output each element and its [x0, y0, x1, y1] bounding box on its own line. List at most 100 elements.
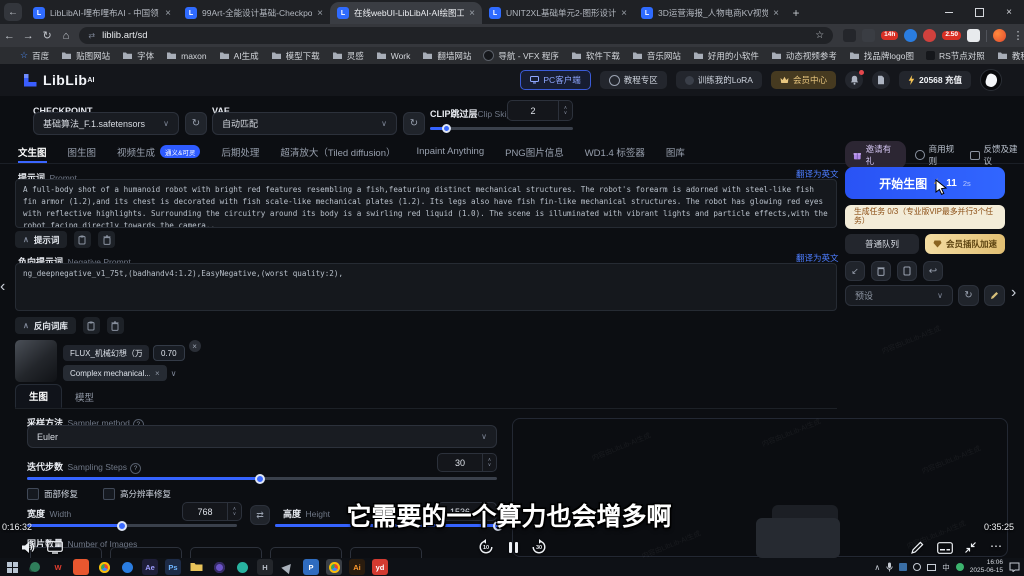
taskbar-app-photoshop[interactable]: Ps: [165, 559, 181, 575]
tab-inpaint-anything[interactable]: Inpaint Anything: [417, 140, 485, 163]
prompt-collapse-button[interactable]: ∧ 提示词: [15, 231, 67, 248]
negative-paste-button[interactable]: [83, 317, 100, 334]
face-fix-checkbox[interactable]: 面部修复: [27, 488, 78, 500]
stepper-down-icon[interactable]: ∨: [564, 111, 568, 116]
member-center-button[interactable]: 会员中心: [771, 71, 836, 89]
taskbar-app-h[interactable]: H: [257, 559, 273, 575]
tutorial-button[interactable]: 教程专区: [600, 71, 667, 89]
user-avatar[interactable]: [980, 69, 1002, 91]
extension-badge-250[interactable]: 2.50: [942, 31, 961, 40]
bookmark-item[interactable]: 好用的小软件: [693, 50, 759, 62]
chevron-down-icon[interactable]: ∨: [171, 369, 177, 378]
forward-30-button[interactable]: 30: [531, 539, 547, 555]
player-more-button[interactable]: ⋯: [988, 538, 1004, 554]
invite-button[interactable]: 邀请有礼: [845, 141, 906, 169]
tab-postprocess[interactable]: 后期处理: [221, 140, 259, 163]
bookmark-item[interactable]: Work: [376, 51, 411, 61]
vae-refresh-button[interactable]: ↻: [403, 112, 425, 135]
home-button[interactable]: ⌂: [57, 30, 76, 42]
volume-button[interactable]: [20, 539, 36, 555]
checkpoint-refresh-button[interactable]: ↻: [185, 112, 207, 135]
reset-params-button[interactable]: ↩: [923, 261, 943, 281]
address-bar[interactable]: ⇄ liblib.art/sd ☆: [79, 27, 833, 44]
subtitle-toggle-button[interactable]: [936, 541, 953, 554]
profile-avatar[interactable]: [993, 29, 1006, 42]
hires-fix-checkbox[interactable]: 高分辨率修复: [103, 488, 171, 500]
taskbar-app-bird[interactable]: [280, 559, 296, 575]
negative-prompt-textarea[interactable]: ng_deepnegative_v1_75t,(badhandv4:1.2),E…: [15, 263, 837, 311]
prompt-clear-button[interactable]: [98, 231, 115, 248]
expand-right-arrow[interactable]: ›: [1011, 284, 1016, 302]
site-settings-icon[interactable]: ⇄: [88, 31, 95, 40]
tab-close-icon[interactable]: ×: [165, 8, 171, 19]
extension-badge-14h[interactable]: 14h: [881, 31, 898, 40]
browser-tab-active[interactable]: L 在线webUI-LibLibAI-AI绘图工 ×: [330, 2, 482, 24]
forward-button[interactable]: →: [19, 30, 38, 42]
tab-gallery[interactable]: 图库: [666, 140, 685, 163]
collapse-left-arrow[interactable]: ‹: [0, 278, 5, 296]
subtab-generate[interactable]: 生图: [15, 384, 62, 408]
taskbar-app-wps[interactable]: W: [50, 559, 66, 575]
swap-dimensions-button[interactable]: ⇄: [250, 505, 270, 525]
red-extension-icon[interactable]: [923, 29, 936, 42]
globe-extension-icon[interactable]: [904, 29, 917, 42]
steps-stepper[interactable]: 30 ∧∨: [437, 453, 497, 472]
prompt-textarea[interactable]: A full-body shot of a humanoid robot wit…: [15, 179, 837, 228]
tab-wd14-tagger[interactable]: WD1.4 标签器: [585, 140, 645, 163]
url-text[interactable]: liblib.art/sd: [102, 30, 147, 41]
microphone-icon[interactable]: [886, 562, 893, 572]
stepper-down-icon[interactable]: ∨: [233, 512, 237, 517]
preset-edit-button[interactable]: [984, 285, 1005, 306]
extension-icon[interactable]: [843, 29, 856, 42]
slider-knob[interactable]: [255, 474, 265, 484]
preset-refresh-button[interactable]: ↻: [958, 285, 979, 306]
taskbar-app-orange[interactable]: [73, 559, 89, 575]
notifications-button[interactable]: [845, 71, 863, 89]
width-stepper[interactable]: 768 ∧∨: [182, 502, 242, 521]
tab-video-gen[interactable]: 视频生成通义&可灵: [117, 140, 200, 163]
bookmark-item[interactable]: 字体: [122, 50, 154, 62]
taskbar-app-teal[interactable]: [234, 559, 250, 575]
prompt-paste-button[interactable]: [74, 231, 91, 248]
taskbar-clock[interactable]: 16:06 2025-06-15: [970, 559, 1003, 575]
lora-trigger-chip[interactable]: Complex mechanical... ×: [63, 365, 167, 381]
slider-knob[interactable]: [442, 124, 451, 133]
taskbar-app-potplayer[interactable]: [211, 559, 227, 575]
taskbar-app-p[interactable]: P: [303, 559, 319, 575]
bookmark-item[interactable]: RS节点对照: [926, 50, 985, 62]
copy-params-button[interactable]: [897, 261, 917, 281]
tray-display-icon[interactable]: [927, 564, 936, 571]
clear-params-button[interactable]: [871, 261, 891, 281]
tab-close-icon[interactable]: ×: [469, 8, 475, 19]
tab-close-icon[interactable]: ×: [621, 8, 627, 19]
bookmark-item[interactable]: 音乐网站: [632, 50, 681, 62]
taskbar-app-illustrator[interactable]: Ai: [349, 559, 365, 575]
browser-tab[interactable]: L 99Art-全能设计基础-Checkpo ×: [178, 2, 330, 24]
sampler-select[interactable]: Euler ∨: [27, 425, 497, 448]
lora-remove-icon[interactable]: ×: [189, 340, 201, 352]
pc-client-button[interactable]: PC客户端: [520, 70, 590, 90]
bookmark-item[interactable]: 动态视频参考: [771, 50, 837, 62]
import-params-button[interactable]: ↙: [845, 261, 865, 281]
tab-close-icon[interactable]: ×: [317, 8, 323, 19]
taskbar-app-explorer[interactable]: [188, 559, 204, 575]
tab-txt2img[interactable]: 文生图: [18, 140, 47, 163]
docs-button[interactable]: [872, 71, 890, 89]
bookmark-item[interactable]: AI生成: [219, 50, 259, 62]
liblib-logo-text[interactable]: LibLib: [43, 72, 87, 88]
checkbox-icon[interactable]: [103, 488, 115, 500]
checkbox-icon[interactable]: [27, 488, 39, 500]
window-minimize-button[interactable]: [934, 0, 964, 24]
bookmark-item[interactable]: 导航 - VFX 程序: [483, 50, 558, 62]
lora-thumbnail[interactable]: [15, 340, 57, 382]
tray-app-icon[interactable]: [899, 563, 907, 571]
rewind-10-button[interactable]: 10: [478, 539, 494, 555]
bookmark-star-icon[interactable]: ☆: [815, 30, 824, 41]
lora-name-chip[interactable]: FLUX_机械幻想（万...: [63, 345, 149, 361]
tab-tiled-diffusion[interactable]: 超清放大（Tiled diffusion）: [280, 140, 395, 163]
pause-button[interactable]: [507, 541, 519, 553]
browser-tab[interactable]: L 3D运营海报_人物电商KV视觉 ×: [634, 2, 786, 24]
tab-close-icon[interactable]: ×: [773, 8, 779, 19]
train-lora-button[interactable]: 训练我的LoRA: [676, 71, 762, 89]
checkpoint-select[interactable]: 基础算法_F.1.safetensors ∨: [33, 112, 179, 135]
